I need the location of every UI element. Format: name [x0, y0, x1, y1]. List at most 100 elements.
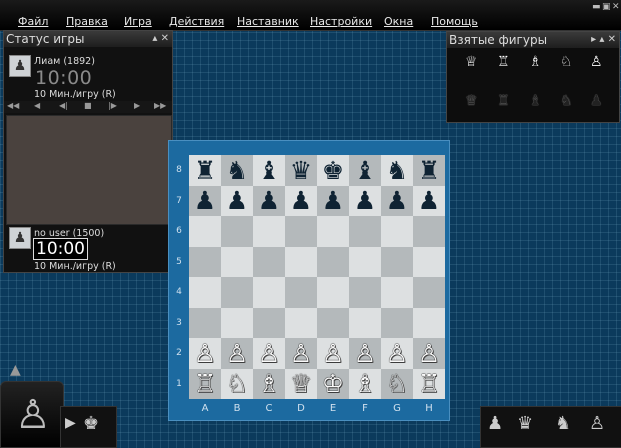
- square-g7[interactable]: ♟: [381, 185, 413, 216]
- square-h3[interactable]: [413, 307, 445, 338]
- square-c8[interactable]: ♝: [253, 155, 285, 186]
- menu-settings[interactable]: Настройки: [310, 15, 372, 28]
- pawn-tool-icon[interactable]: ♟: [487, 413, 503, 434]
- square-f7[interactable]: ♟: [349, 185, 381, 216]
- menu-file[interactable]: Файл: [18, 15, 48, 28]
- square-h5[interactable]: [413, 246, 445, 277]
- white-king-icon[interactable]: ♔: [322, 371, 344, 396]
- square-c1[interactable]: ♗: [253, 368, 285, 399]
- black-pawn-icon[interactable]: ♟: [354, 188, 376, 213]
- square-f3[interactable]: [349, 307, 381, 338]
- square-d2[interactable]: ♙: [285, 338, 317, 369]
- black-queen-icon[interactable]: ♛: [290, 158, 312, 183]
- black-bishop-icon[interactable]: ♝: [354, 158, 376, 183]
- square-b8[interactable]: ♞: [221, 155, 253, 186]
- prev-fast-icon[interactable]: ◀: [34, 101, 40, 110]
- square-g5[interactable]: [381, 246, 413, 277]
- square-d8[interactable]: ♛: [285, 155, 317, 186]
- close-icon[interactable]: ✕: [612, 2, 620, 12]
- square-a7[interactable]: ♟: [189, 185, 221, 216]
- black-pawn-icon[interactable]: ♟: [322, 188, 344, 213]
- square-f4[interactable]: [349, 277, 381, 308]
- menu-actions[interactable]: Действия: [169, 15, 224, 28]
- black-pawn-icon[interactable]: ♟: [194, 188, 216, 213]
- square-g2[interactable]: ♙: [381, 338, 413, 369]
- stop-icon[interactable]: ■: [84, 101, 92, 110]
- black-pawn-icon[interactable]: ♟: [418, 188, 440, 213]
- square-c3[interactable]: [253, 307, 285, 338]
- maximize-icon[interactable]: ▣: [602, 2, 611, 12]
- square-h8[interactable]: ♜: [413, 155, 445, 186]
- chess-board[interactable]: ♜ ♞ ♝ ♛ ♚ ♝ ♞ ♜ ♟ ♟ ♟ ♟ ♟ ♟ ♟ ♟ ♙ ♙ ♙ ♙ ♙ ♙ ♙ ♙ ♖ ♘ ♗ ♕ ♔ ♗ ♘ ♖: [189, 155, 445, 399]
- square-e4[interactable]: [317, 277, 349, 308]
- white-pawn-icon[interactable]: ♙: [258, 341, 280, 366]
- square-f1[interactable]: ♗: [349, 368, 381, 399]
- white-pawn-icon[interactable]: ♙: [418, 341, 440, 366]
- square-b5[interactable]: [221, 246, 253, 277]
- white-rook-icon[interactable]: ♖: [194, 371, 216, 396]
- prev-icon[interactable]: ◀|: [59, 101, 68, 110]
- piece-set-button[interactable]: ♙: [0, 381, 64, 448]
- square-g4[interactable]: [381, 277, 413, 308]
- square-g6[interactable]: [381, 216, 413, 247]
- up-arrow-icon[interactable]: ▲: [10, 362, 21, 378]
- white-bishop-icon[interactable]: ♗: [258, 371, 280, 396]
- square-d4[interactable]: [285, 277, 317, 308]
- square-e1[interactable]: ♔: [317, 368, 349, 399]
- collapse-icon[interactable]: ▴: [152, 33, 157, 44]
- black-rook-icon[interactable]: ♜: [194, 158, 216, 183]
- square-d5[interactable]: [285, 246, 317, 277]
- square-h7[interactable]: ♟: [413, 185, 445, 216]
- square-a6[interactable]: [189, 216, 221, 247]
- minimize-icon[interactable]: ▬: [592, 2, 601, 12]
- square-f6[interactable]: [349, 216, 381, 247]
- square-c4[interactable]: [253, 277, 285, 308]
- menu-help[interactable]: Помощь: [431, 15, 478, 28]
- square-c7[interactable]: ♟: [253, 185, 285, 216]
- panel-close-icon[interactable]: ✕: [608, 34, 616, 45]
- square-a5[interactable]: [189, 246, 221, 277]
- pawn-settings-icon[interactable]: ♙: [589, 413, 605, 434]
- white-rook-icon[interactable]: ♖: [418, 371, 440, 396]
- square-a4[interactable]: [189, 277, 221, 308]
- next-fast-icon[interactable]: ▶: [134, 101, 140, 110]
- square-a3[interactable]: [189, 307, 221, 338]
- square-e3[interactable]: [317, 307, 349, 338]
- black-pawn-icon[interactable]: ♟: [386, 188, 408, 213]
- collapse-icon[interactable]: ▴: [599, 34, 604, 45]
- square-b3[interactable]: [221, 307, 253, 338]
- square-e8[interactable]: ♚: [317, 155, 349, 186]
- square-h6[interactable]: [413, 216, 445, 247]
- black-pawn-icon[interactable]: ♟: [258, 188, 280, 213]
- square-e7[interactable]: ♟: [317, 185, 349, 216]
- pieces-set-icon[interactable]: ♛: [517, 413, 533, 434]
- square-a8[interactable]: ♜: [189, 155, 221, 186]
- menu-game[interactable]: Игра: [124, 15, 152, 28]
- white-queen-icon[interactable]: ♕: [290, 371, 312, 396]
- square-g1[interactable]: ♘: [381, 368, 413, 399]
- square-f8[interactable]: ♝: [349, 155, 381, 186]
- square-h4[interactable]: [413, 277, 445, 308]
- kings-icon[interactable]: ♚: [83, 413, 99, 434]
- black-pawn-icon[interactable]: ♟: [290, 188, 312, 213]
- white-pawn-icon[interactable]: ♙: [322, 341, 344, 366]
- square-e6[interactable]: [317, 216, 349, 247]
- square-c6[interactable]: [253, 216, 285, 247]
- square-b4[interactable]: [221, 277, 253, 308]
- square-e5[interactable]: [317, 246, 349, 277]
- square-f5[interactable]: [349, 246, 381, 277]
- black-rook-icon[interactable]: ♜: [418, 158, 440, 183]
- white-pawn-icon[interactable]: ♙: [194, 341, 216, 366]
- square-a2[interactable]: ♙: [189, 338, 221, 369]
- expand-icon[interactable]: ▸: [591, 34, 596, 45]
- white-knight-icon[interactable]: ♘: [386, 371, 408, 396]
- square-b6[interactable]: [221, 216, 253, 247]
- square-d6[interactable]: [285, 216, 317, 247]
- black-king-icon[interactable]: ♚: [322, 158, 344, 183]
- square-d1[interactable]: ♕: [285, 368, 317, 399]
- square-b7[interactable]: ♟: [221, 185, 253, 216]
- square-d7[interactable]: ♟: [285, 185, 317, 216]
- square-e2[interactable]: ♙: [317, 338, 349, 369]
- square-b2[interactable]: ♙: [221, 338, 253, 369]
- square-g8[interactable]: ♞: [381, 155, 413, 186]
